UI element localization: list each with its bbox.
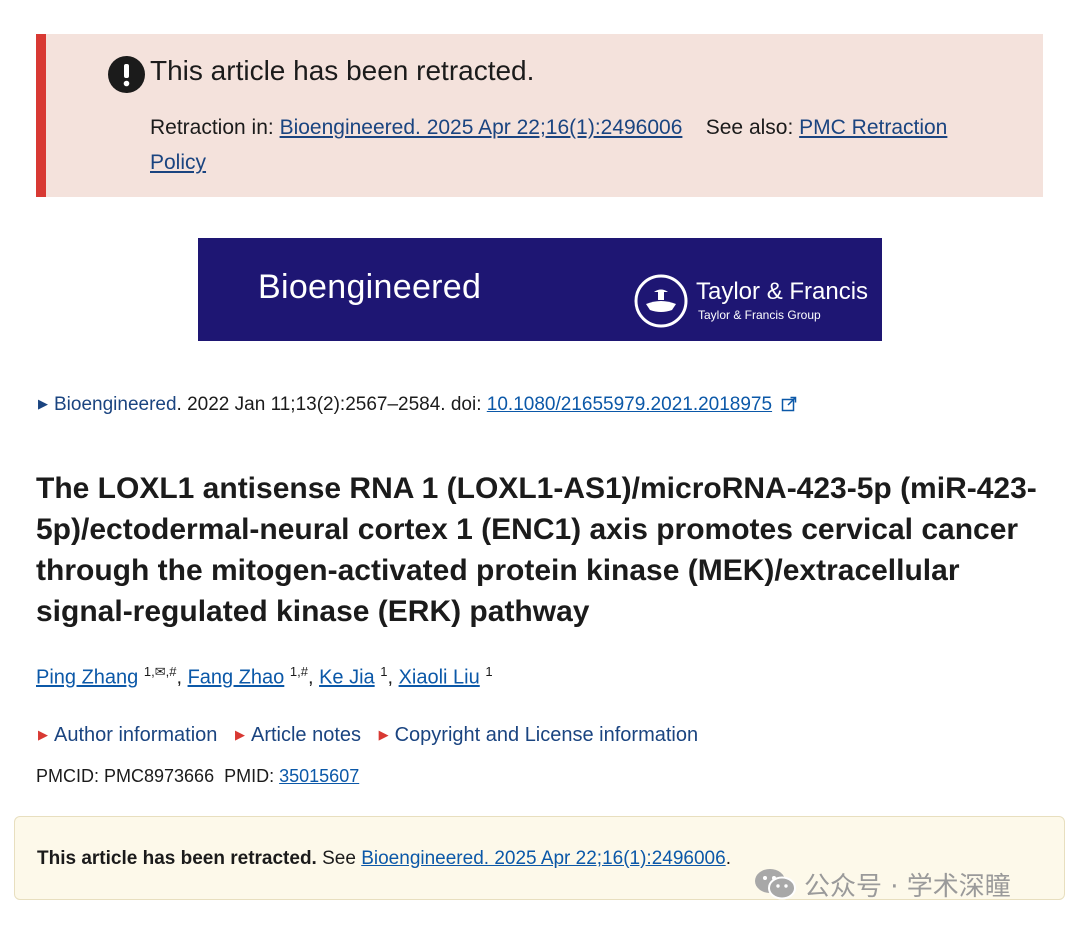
author-link[interactable]: Xiaoli Liu [399, 667, 480, 689]
expand-triangle-icon[interactable]: ▶ [38, 396, 48, 411]
article-info-expanders: ▶ Author information ▶ Article notes ▶ Copy… [38, 721, 710, 749]
citation-details: . 2022 Jan 11;13(2):2567–2584. doi: [176, 394, 487, 415]
watermark: 公众号 · 学术深瞳 [754, 866, 1011, 902]
author-list: Ping Zhang 1,✉,#, Fang Zhao 1,#, Ke Jia … [36, 664, 493, 689]
watermark-text: 公众号 · 学术深瞳 [804, 871, 1011, 902]
alert-icon [108, 56, 145, 93]
taylor-francis-logo-icon [634, 274, 688, 328]
author-link[interactable]: Ping Zhang [36, 667, 138, 689]
doi-link[interactable]: 10.1080/21655979.2021.2018975 [487, 394, 772, 415]
pmid-link[interactable]: 35015607 [279, 766, 359, 786]
author-affiliation: 1 [380, 664, 388, 679]
toggle-label: Article notes [250, 724, 362, 746]
publisher-group: Taylor & Francis Group [698, 308, 821, 322]
pmcid: PMCID: PMC8973666 [36, 766, 215, 786]
toggle-label: Author information [54, 724, 218, 746]
journal-name: Bioengineered [258, 268, 482, 306]
author-link[interactable]: Fang Zhao [188, 667, 285, 689]
notice-retraction-link[interactable]: Bioengineered. 2025 Apr 22;16(1):2496006 [361, 848, 725, 869]
notice-see: See [322, 848, 356, 869]
notice-text: This article has been retracted. See Bio… [37, 846, 731, 872]
article-ids: PMCID: PMC8973666 PMID: 35015607 [36, 763, 359, 789]
author-affiliation: 1 [485, 664, 493, 679]
author-affiliation: 1,✉,# [143, 664, 177, 679]
article-notes-toggle[interactable]: ▶ Article notes [235, 721, 361, 749]
retraction-in-label: Retraction in: [150, 116, 274, 139]
expand-triangle-icon: ▶ [234, 727, 245, 742]
publisher-name: Taylor & Francis [696, 278, 869, 305]
notice-trailing: . [725, 848, 731, 869]
toggle-label: Copyright and License information [394, 724, 699, 746]
author-affiliation: 1,# [289, 664, 308, 679]
retraction-title: This article has been retracted. [150, 55, 535, 86]
author-link[interactable]: Ke Jia [319, 667, 375, 689]
citation-line: ▶ Bioengineered. 2022 Jan 11;13(2):2567–2… [38, 391, 797, 418]
journal-link[interactable]: Bioengineered [54, 394, 177, 415]
author-information-toggle[interactable]: ▶ Author information [38, 721, 217, 749]
article-title: The LOXL1 antisense RNA 1 (LOXL1-AS1)/mi… [36, 472, 1037, 628]
retraction-banner: This article has been retracted. Retract… [36, 34, 1043, 197]
see-also-label: See also: [705, 116, 794, 139]
retraction-link[interactable]: Bioengineered. 2025 Apr 22;16(1):2496006 [280, 116, 683, 139]
external-link-icon[interactable] [781, 396, 797, 412]
journal-banner[interactable]: Bioengineered Taylor & Francis Taylor & … [198, 238, 882, 341]
notice-bold-text: This article has been retracted. [37, 848, 317, 869]
wechat-icon [755, 869, 796, 900]
expand-triangle-icon: ▶ [38, 727, 48, 742]
pmid-label: PMID: [224, 766, 275, 786]
expand-triangle-icon: ▶ [378, 727, 389, 742]
copyright-license-toggle[interactable]: ▶ Copyright and License information [379, 721, 699, 749]
retraction-detail: Retraction in: Bioengineered. 2025 Apr 2… [150, 110, 950, 180]
